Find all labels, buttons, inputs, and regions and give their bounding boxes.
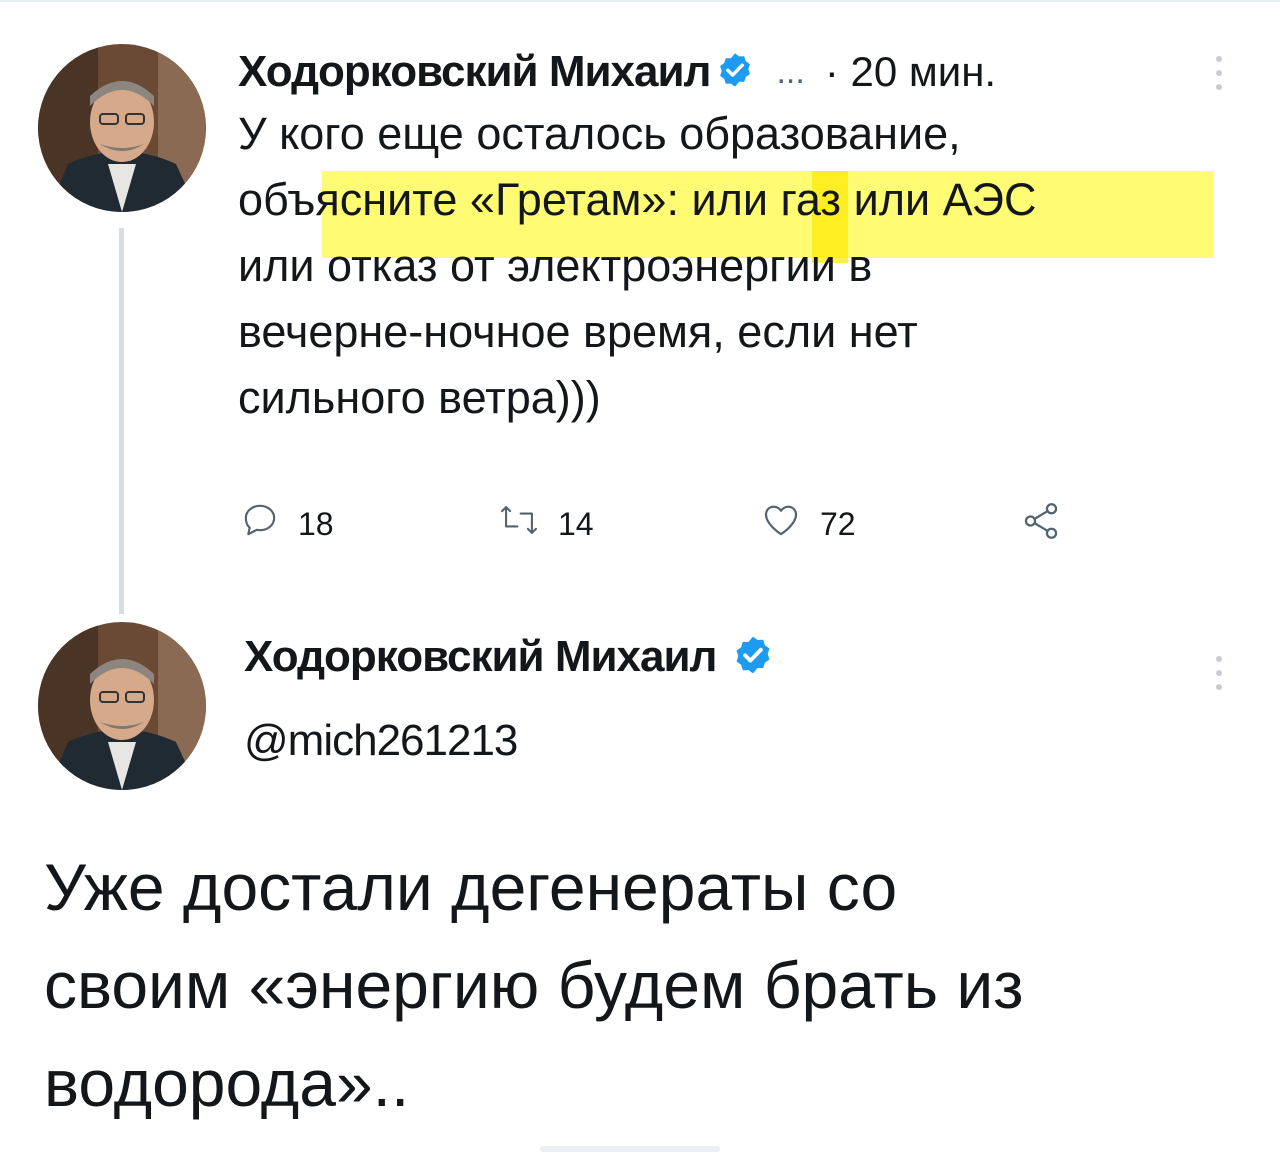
tweet-line: Уже достали дегенераты со <box>44 850 898 924</box>
top-divider <box>0 0 1280 2</box>
share-button[interactable] <box>1020 500 1062 550</box>
tweet-line: или отказ от электроэнергии в <box>238 240 873 291</box>
tweet-header: Ходорковский Михаил ... · 20 мин. <box>238 42 996 102</box>
reply-icon <box>240 500 280 548</box>
cropped-edge <box>540 1146 720 1152</box>
tweet-text: Уже достали дегенераты со своим «энергию… <box>44 838 1244 1132</box>
retweet-button[interactable]: 14 <box>498 500 594 548</box>
author-name[interactable]: Ходорковский Михаил <box>244 632 717 682</box>
share-icon <box>1020 500 1062 550</box>
like-count: 72 <box>820 505 856 542</box>
retweet-icon <box>498 500 540 548</box>
more-vertical-icon[interactable] <box>1216 56 1222 90</box>
reply-button[interactable]: 18 <box>240 500 334 548</box>
tweet-line: водорода».. <box>44 1046 410 1120</box>
tweet-line: объясните «Гретам»: или газ или АЭС <box>238 174 1037 225</box>
more-text: ... <box>776 52 805 91</box>
author-handle[interactable]: @mich261213 <box>244 716 518 766</box>
like-button[interactable]: 72 <box>760 500 856 548</box>
tweet-text: У кого еще осталось образование, объясни… <box>238 104 1238 427</box>
more-vertical-icon[interactable] <box>1216 656 1222 690</box>
reply-count: 18 <box>298 505 334 542</box>
verified-icon <box>732 634 774 681</box>
tweet-line: своим «энергию будем брать из <box>44 948 1024 1022</box>
tweet-actions: 18 14 72 <box>240 500 1100 550</box>
tweet-time[interactable]: · 20 мин. <box>825 48 996 96</box>
author-name[interactable]: Ходорковский Михаил <box>238 47 711 97</box>
tweet-header: Ходорковский Михаил <box>244 632 774 682</box>
author-avatar[interactable] <box>38 622 206 790</box>
author-avatar[interactable] <box>38 44 206 212</box>
tweet-line: У кого еще осталось образование, <box>238 108 961 159</box>
retweet-count: 14 <box>558 505 594 542</box>
verified-icon <box>716 51 754 94</box>
thread-connector <box>119 228 124 614</box>
like-icon <box>760 500 802 548</box>
tweet-line: вечерне-ночное время, если нет <box>238 306 918 357</box>
tweet-line: сильного ветра))) <box>238 372 601 423</box>
